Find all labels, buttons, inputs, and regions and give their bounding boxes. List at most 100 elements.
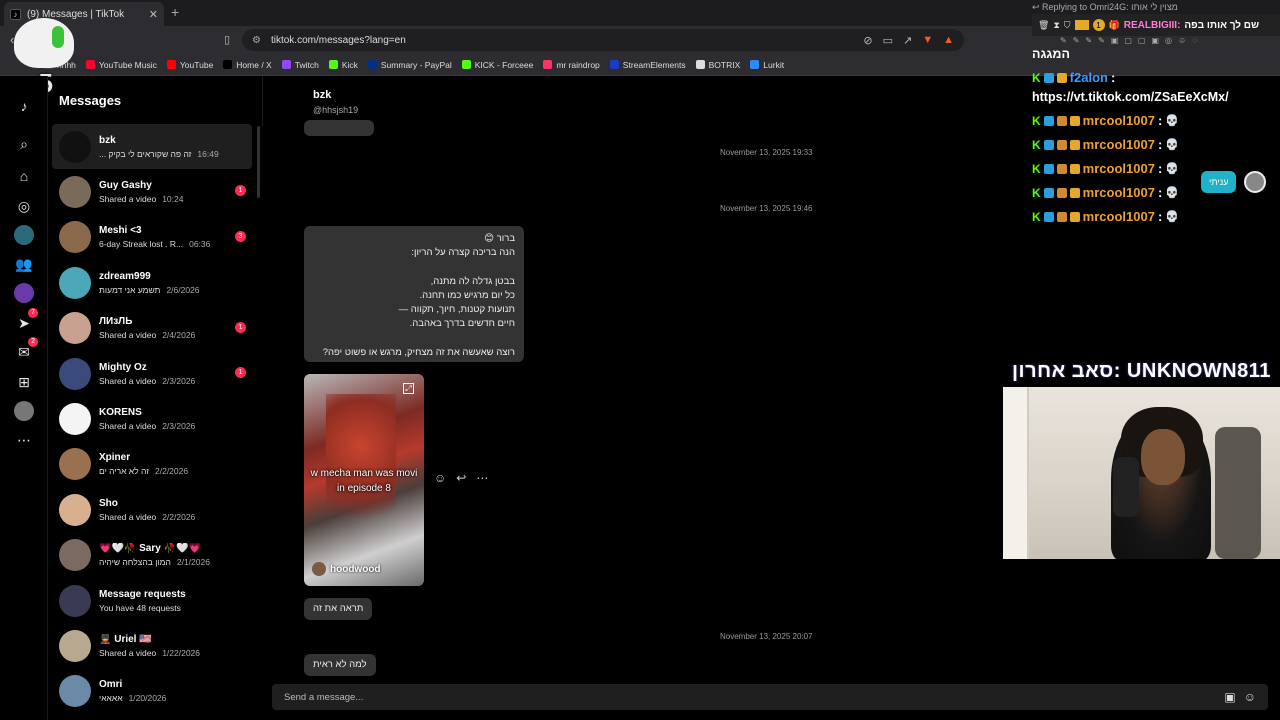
home-icon[interactable]: ⌂: [14, 166, 34, 186]
video-caption: w mecha man was movi in episode 8: [304, 466, 424, 496]
conversation-item[interactable]: zdream999 תשמע אני דמעות 2/6/2026: [52, 260, 252, 305]
bookmark-item[interactable]: StreamElements: [609, 60, 686, 70]
tiktok-logo-icon[interactable]: ♪: [14, 96, 34, 116]
gif-icon[interactable]: ▣: [1224, 690, 1235, 704]
search-icon[interactable]: ⌕: [14, 134, 34, 154]
conversation-preview: תשמע אני דמעות: [99, 284, 161, 295]
bookmark-item[interactable]: BOTRIX: [695, 60, 740, 70]
avatar: [59, 266, 91, 299]
bookmark-favicon-icon: [85, 60, 95, 69]
brave-rewards-icon[interactable]: ▲: [943, 34, 954, 47]
hide-icon[interactable]: ⊘: [863, 34, 872, 47]
bookmark-item[interactable]: Twitch: [281, 60, 319, 70]
profile-avatar-icon[interactable]: [14, 401, 34, 421]
avatar: [59, 221, 91, 254]
bookmark-item[interactable]: Kick: [328, 60, 358, 70]
message-bubble-poem: ברור 😊 הנה בריכה קצרה על הריון: בבטן גדל…: [304, 226, 524, 362]
unread-badge: 1: [235, 321, 246, 333]
more-options-icon[interactable]: ⋯: [476, 471, 488, 485]
upload-icon[interactable]: ⊞: [14, 372, 34, 392]
replying-to-banner: ↩ Replying to Omri24G: מצוין לי אותו: [1032, 2, 1178, 12]
conversation-item[interactable]: Sho Shared a video 2/2/2026: [52, 487, 252, 532]
bookmark-label: Summary - PayPal: [380, 59, 452, 70]
shared-video-card[interactable]: ⤢ w mecha man was movi in episode 8 hood…: [304, 374, 424, 586]
conversation-preview: אאאאי: [99, 693, 123, 704]
conversation-name: bzk: [99, 134, 116, 146]
overlay-chat-user: mrcool1007: [1082, 209, 1155, 224]
video-caption-line-1: w mecha man was movi: [310, 468, 418, 479]
conversation-item[interactable]: 💂 Uriel 🇺🇸 Shared a video 1/22/2026: [52, 623, 252, 668]
react-icon[interactable]: ☺: [434, 471, 446, 485]
conversation-time: 2/2/2026: [162, 511, 196, 522]
message-bubble: למה לא ראית: [304, 654, 376, 676]
overlay-chat-user: mrcool1007: [1082, 185, 1155, 200]
conversation-item[interactable]: KORENS Shared a video 2/3/2026: [52, 396, 252, 441]
bookmark-item[interactable]: Summary - PayPal: [367, 59, 452, 70]
friends-icon[interactable]: 👥: [14, 254, 34, 274]
conversation-preview: זה לא אריה ים: [99, 466, 149, 477]
sub-badge-icon: [1043, 72, 1054, 83]
message-input[interactable]: Send a message...: [284, 692, 363, 703]
bookmark-item[interactable]: Home / X: [223, 60, 272, 70]
left-icon-rail: ♪ ⌕ ⌂ ◎ 👥 ➤ 7 ✉ 2 ⊞ ⋯: [0, 76, 48, 720]
bookmark-favicon-icon: [223, 60, 233, 69]
bookmark-icon[interactable]: ▯: [224, 33, 230, 46]
conversation-item[interactable]: Omri אאאאי 1/20/2026: [52, 669, 252, 714]
gift-badge-icon: [1056, 211, 1067, 222]
conversation-item[interactable]: Xpiner זה לא אריה ים 2/2/2026: [52, 442, 252, 487]
bookmark-item[interactable]: YouTube Music: [85, 60, 157, 70]
messages-icon[interactable]: ✉ 2: [14, 337, 38, 362]
avatar: [59, 675, 91, 708]
conversation-name: Mighty Oz: [99, 361, 147, 373]
conversation-item[interactable]: Guy Gashy Shared a video 10:24 1: [52, 169, 252, 214]
overlay-chat-line: Kmrcool1007 : 💀: [1032, 161, 1179, 176]
conversation-time: 2/6/2026: [166, 284, 200, 295]
live-avatar-icon[interactable]: [14, 283, 34, 303]
explore-icon[interactable]: ◎: [14, 196, 34, 216]
conversation-time: 1/20/2026: [128, 693, 167, 704]
cast-icon[interactable]: ▭: [883, 34, 893, 47]
message-composer[interactable]: Send a message... ▣ ☺: [272, 684, 1268, 710]
conversation-preview: Shared a video: [99, 194, 157, 205]
share-icon[interactable]: ↗: [903, 34, 912, 47]
following-avatar-icon[interactable]: [14, 225, 34, 245]
unread-badge: 3: [235, 230, 246, 242]
conversation-item[interactable]: 💗🤍🥀 Sary 🥀🤍💗 המון בהצלחה שיהיה 2/1/2026: [52, 533, 252, 578]
bookmark-item[interactable]: KICK - Forceee: [461, 60, 533, 70]
conversation-preview: You have 48 requests: [99, 602, 181, 613]
expand-icon[interactable]: ⤢: [403, 383, 414, 394]
conversation-item[interactable]: bzk ... זה פה שקוראים לי בקיק 16:49: [52, 124, 252, 170]
close-tab-icon[interactable]: ✕: [149, 8, 158, 21]
shield-icon: ⛉: [1063, 19, 1071, 30]
more-icon[interactable]: ⋯: [14, 430, 34, 450]
conversation-scrollbar[interactable]: [257, 126, 260, 198]
conversation-name: zdream999: [99, 270, 151, 282]
overlay-chat-line: K f2alon :: [1032, 70, 1116, 85]
reply-icon[interactable]: ↩: [456, 471, 466, 485]
conversation-name: Guy Gashy: [99, 180, 152, 192]
gift-badge-icon: [1056, 187, 1067, 198]
bookmark-item[interactable]: Lurkit: [750, 60, 784, 70]
conversation-name: Meshi <3: [99, 225, 142, 237]
new-tab-icon[interactable]: +: [171, 4, 179, 20]
brave-shield-icon[interactable]: ▼: [922, 34, 933, 47]
hourglass-icon: ⧗: [1053, 19, 1060, 30]
avatar: [59, 357, 91, 390]
bookmark-item[interactable]: mr raindrop: [543, 60, 600, 70]
crown-badge-icon: [1069, 163, 1080, 174]
conversation-item[interactable]: Mighty Oz Shared a video 2/3/2026 1: [52, 351, 252, 396]
url-field[interactable]: ⚙ tiktok.com/messages?lang=en ⊘ ▭ ↗ ▼ ▲: [242, 29, 964, 51]
bookmark-favicon-icon: [461, 60, 471, 69]
bookmark-label: YouTube: [179, 59, 214, 70]
conversation-preview: 6-day Streak lost . R...: [99, 239, 184, 250]
conversation-item[interactable]: Meshi <3 6-day Streak lost . R... 06:36 3: [52, 215, 252, 260]
emoji-icon[interactable]: ☺: [1244, 690, 1256, 704]
site-info-icon[interactable]: ⚙: [252, 35, 261, 46]
conversation-preview: ... זה פה שקוראים לי בקיק: [99, 148, 192, 159]
chat-contact-name[interactable]: bzk: [313, 89, 331, 101]
bookmark-item[interactable]: YouTube: [166, 59, 214, 70]
trash-icon: 🗑: [1038, 19, 1050, 30]
activity-icon[interactable]: ➤ 7: [14, 308, 38, 333]
conversation-item[interactable]: ЛИзЛЬ Shared a video 2/4/2026 1: [52, 306, 252, 351]
conversation-item[interactable]: Message requests You have 48 requests: [52, 578, 252, 623]
